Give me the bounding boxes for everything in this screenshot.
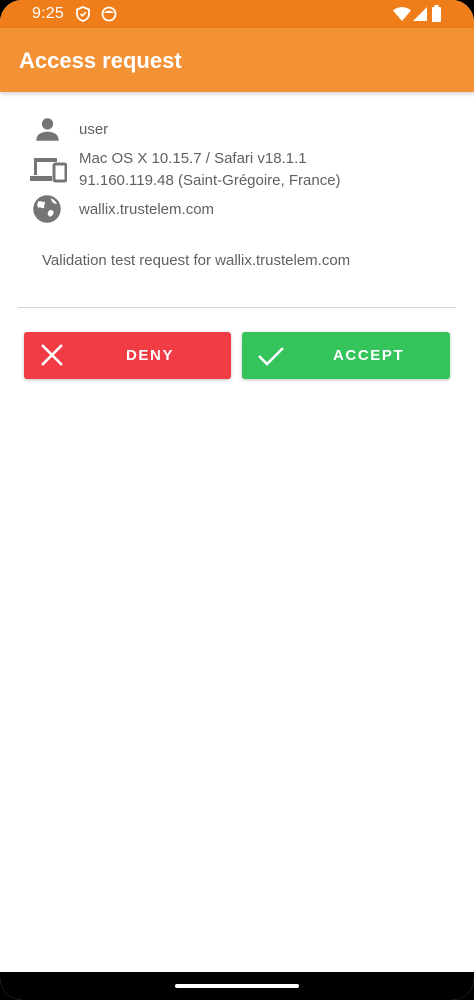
status-bar: 9:25 (0, 0, 474, 28)
shield-icon (76, 6, 90, 27)
app-bar: Access request (0, 28, 474, 92)
globe-icon (32, 194, 62, 229)
user-name: user (79, 121, 109, 138)
person-icon (34, 116, 61, 148)
ip-location: 91.160.119.48 (Saint-Grégoire, France) (79, 172, 341, 189)
battery-icon (432, 5, 441, 27)
request-message: Validation test request for wallix.trust… (42, 252, 351, 269)
status-time: 9:25 (32, 5, 64, 22)
navigation-bar (0, 972, 474, 1000)
wifi-icon (393, 7, 411, 26)
domain: wallix.trustelem.com (79, 201, 215, 218)
phone-screen: 9:25 Access request user Mac OS X 10.15.… (0, 0, 474, 1000)
close-icon (41, 344, 63, 371)
home-handle[interactable] (175, 984, 299, 988)
divider (18, 307, 456, 308)
check-icon (257, 345, 285, 372)
face-icon (101, 6, 117, 27)
cell-signal-icon (413, 7, 427, 26)
accept-label: ACCEPT (333, 347, 405, 364)
accept-button[interactable]: ACCEPT (242, 332, 450, 379)
deny-label: DENY (126, 347, 175, 364)
devices-icon (30, 156, 68, 188)
device-info: Mac OS X 10.15.7 / Safari v18.1.1 (79, 150, 307, 167)
deny-button[interactable]: DENY (24, 332, 231, 379)
page-title: Access request (19, 48, 182, 73)
